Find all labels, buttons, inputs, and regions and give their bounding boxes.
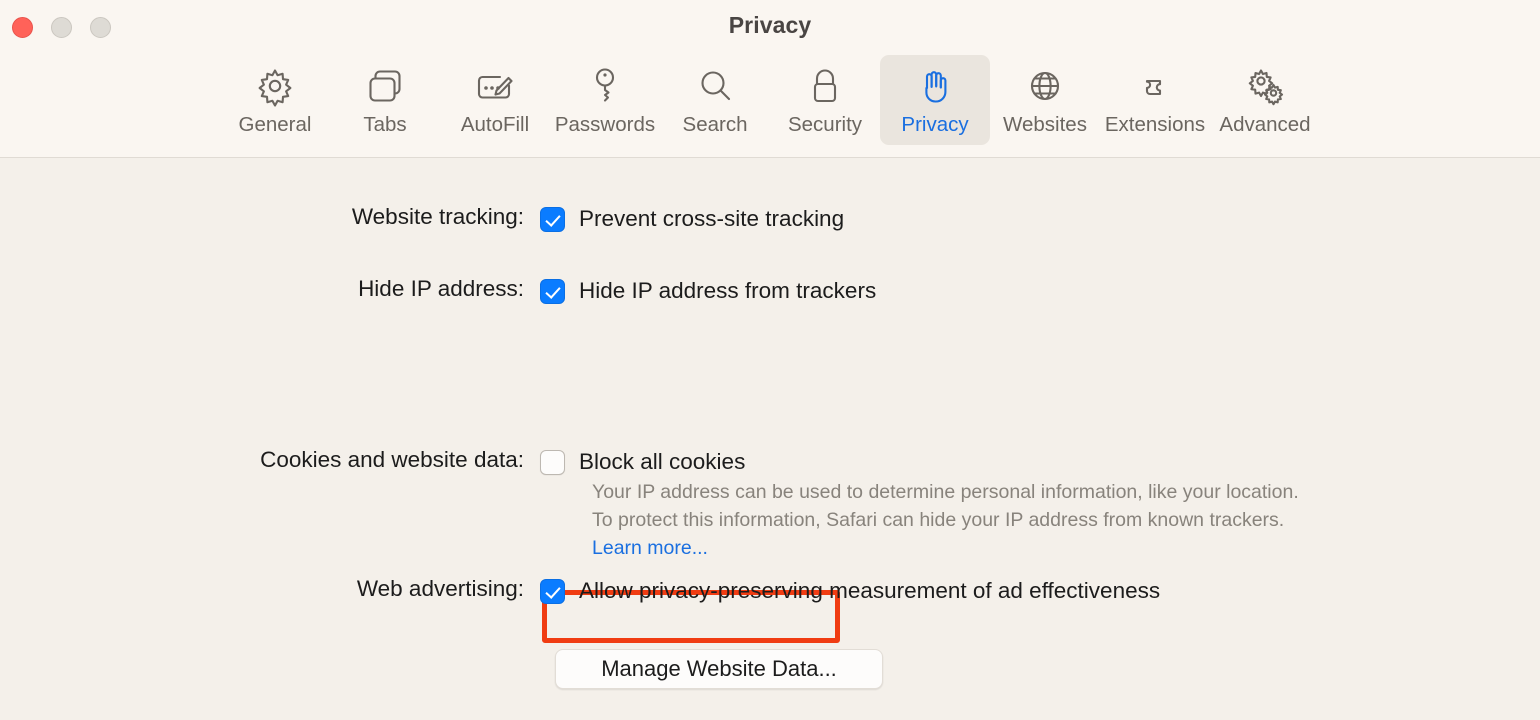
- block-all-cookies-label[interactable]: Block all cookies: [579, 447, 745, 477]
- tab-privacy[interactable]: Privacy: [880, 55, 990, 145]
- titlebar: Privacy General Tabs AutoFill Passwords …: [0, 0, 1540, 158]
- cookies-and-website-data-label: Cookies and website data:: [260, 447, 524, 472]
- tab-security-label: Security: [787, 113, 863, 136]
- autofill-icon: [472, 63, 518, 109]
- tab-advanced[interactable]: Advanced: [1210, 55, 1320, 145]
- privacy-settings-panel: Website tracking: Prevent cross-site tra…: [0, 158, 1540, 720]
- tab-autofill[interactable]: AutoFill: [440, 55, 550, 145]
- preferences-toolbar: General Tabs AutoFill Passwords Search S…: [0, 55, 1540, 145]
- tabs-icon: [362, 63, 408, 109]
- prevent-cross-site-tracking-checkbox[interactable]: [540, 207, 565, 232]
- tab-tabs[interactable]: Tabs: [330, 55, 440, 145]
- web-advertising-label: Web advertising:: [356, 576, 524, 601]
- gear-icon: [252, 63, 298, 109]
- manage-website-data-button[interactable]: Manage Website Data...: [555, 649, 883, 689]
- safari-preferences-window: Privacy General Tabs AutoFill Passwords …: [0, 0, 1540, 720]
- row-web-advertising: Web advertising: Allow privacy-preservin…: [0, 576, 1160, 606]
- tab-advanced-label: Advanced: [1219, 113, 1311, 136]
- hide-ip-description: Your IP address can be used to determine…: [592, 478, 1308, 562]
- prevent-cross-site-tracking-label[interactable]: Prevent cross-site tracking: [579, 204, 844, 234]
- learn-more-link[interactable]: Learn more...: [592, 537, 708, 559]
- tab-autofill-label: AutoFill: [460, 113, 530, 136]
- tab-general-label: General: [238, 113, 312, 136]
- hide-ip-from-trackers-checkbox[interactable]: [540, 279, 565, 304]
- tab-privacy-label: Privacy: [901, 113, 969, 136]
- block-all-cookies-checkbox[interactable]: [540, 450, 565, 475]
- hide-ip-address-label: Hide IP address:: [358, 276, 524, 301]
- key-icon: [582, 63, 628, 109]
- tab-websites[interactable]: Websites: [990, 55, 1100, 145]
- gears-icon: [1242, 63, 1288, 109]
- lock-icon: [802, 63, 848, 109]
- row-website-tracking: Website tracking: Prevent cross-site tra…: [0, 204, 844, 234]
- magnifier-icon: [692, 63, 738, 109]
- hide-ip-from-trackers-label[interactable]: Hide IP address from trackers: [579, 276, 876, 306]
- tab-search-label: Search: [682, 113, 748, 136]
- allow-privacy-preserving-measurement-label[interactable]: Allow privacy-preserving measurement of …: [579, 576, 1160, 606]
- row-cookies-and-website-data: Cookies and website data: Block all cook…: [0, 447, 745, 477]
- website-tracking-label: Website tracking:: [351, 204, 524, 229]
- tab-websites-label: Websites: [1003, 113, 1087, 136]
- tab-search[interactable]: Search: [660, 55, 770, 145]
- tab-extensions[interactable]: Extensions: [1100, 55, 1210, 145]
- hand-icon: [912, 63, 958, 109]
- tab-general[interactable]: General: [220, 55, 330, 145]
- tab-extensions-label: Extensions: [1104, 113, 1206, 136]
- row-hide-ip-address: Hide IP address: Hide IP address from tr…: [0, 276, 876, 306]
- tab-passwords[interactable]: Passwords: [550, 55, 660, 145]
- hide-ip-description-text: Your IP address can be used to determine…: [592, 481, 1299, 531]
- tab-tabs-label: Tabs: [363, 113, 407, 136]
- puzzle-piece-icon: [1132, 63, 1178, 109]
- tab-security[interactable]: Security: [770, 55, 880, 145]
- page-title: Privacy: [728, 12, 812, 38]
- globe-icon: [1022, 63, 1068, 109]
- tab-passwords-label: Passwords: [554, 113, 656, 136]
- allow-privacy-preserving-measurement-checkbox[interactable]: [540, 579, 565, 604]
